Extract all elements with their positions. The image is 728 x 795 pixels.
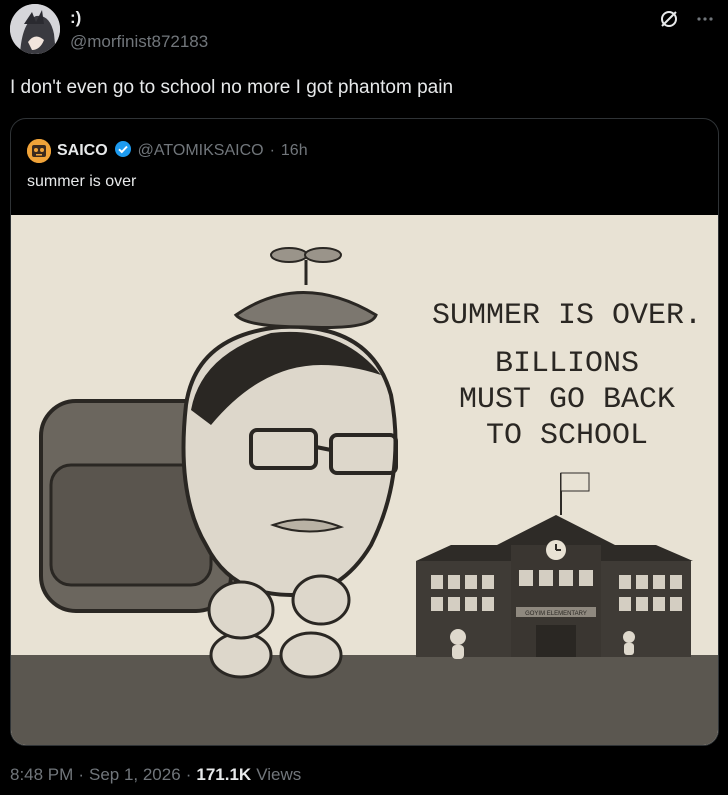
views-label: Views bbox=[256, 765, 302, 784]
views-count[interactable]: 171.1K bbox=[196, 765, 251, 785]
post-metadata: 8:48 PM · Sep 1, 2026 · 171.1K Views bbox=[10, 765, 301, 785]
more-icon[interactable] bbox=[694, 8, 716, 30]
avatar[interactable] bbox=[10, 4, 60, 54]
meta-separator-2: · bbox=[185, 765, 192, 784]
meta-separator-1: · bbox=[78, 765, 84, 784]
author-handle[interactable]: @morfinist872183 bbox=[70, 32, 208, 52]
quoted-media-image[interactable]: SUMMER IS OVER. BILLIONS MUST GO BACK TO… bbox=[11, 215, 718, 745]
quoted-avatar[interactable] bbox=[27, 139, 51, 163]
grok-icon[interactable] bbox=[658, 8, 680, 30]
image-caption-line-1: SUMMER IS OVER. bbox=[432, 299, 702, 333]
post-actions-top bbox=[658, 8, 716, 30]
post-time[interactable]: 8:48 PM bbox=[10, 765, 73, 785]
post-text: I don't even go to school no more I got … bbox=[10, 77, 454, 98]
quoted-author-handle[interactable]: @ATOMIKSAICO bbox=[138, 142, 264, 160]
quoted-timestamp[interactable]: 16h bbox=[281, 142, 308, 160]
image-caption-line-2: BILLIONS bbox=[495, 347, 639, 381]
image-caption-line-4: TO SCHOOL bbox=[486, 419, 648, 453]
post-date[interactable]: Sep 1, 2026 bbox=[89, 765, 181, 785]
quoted-post-text: summer is over bbox=[27, 173, 137, 190]
separator-dot: · bbox=[269, 142, 275, 159]
school-sign-text: GOYIM ELEMENTARY bbox=[525, 611, 587, 617]
quoted-author-name[interactable]: SAICO bbox=[57, 142, 108, 160]
quoted-post-header: SAICO @ATOMIKSAICO · 16h bbox=[27, 139, 308, 163]
author-name[interactable]: :) bbox=[70, 8, 81, 28]
image-caption-line-3: MUST GO BACK bbox=[459, 383, 675, 417]
verified-badge-icon bbox=[114, 140, 132, 163]
quoted-post[interactable]: SAICO @ATOMIKSAICO · 16h summer is over bbox=[10, 118, 719, 746]
